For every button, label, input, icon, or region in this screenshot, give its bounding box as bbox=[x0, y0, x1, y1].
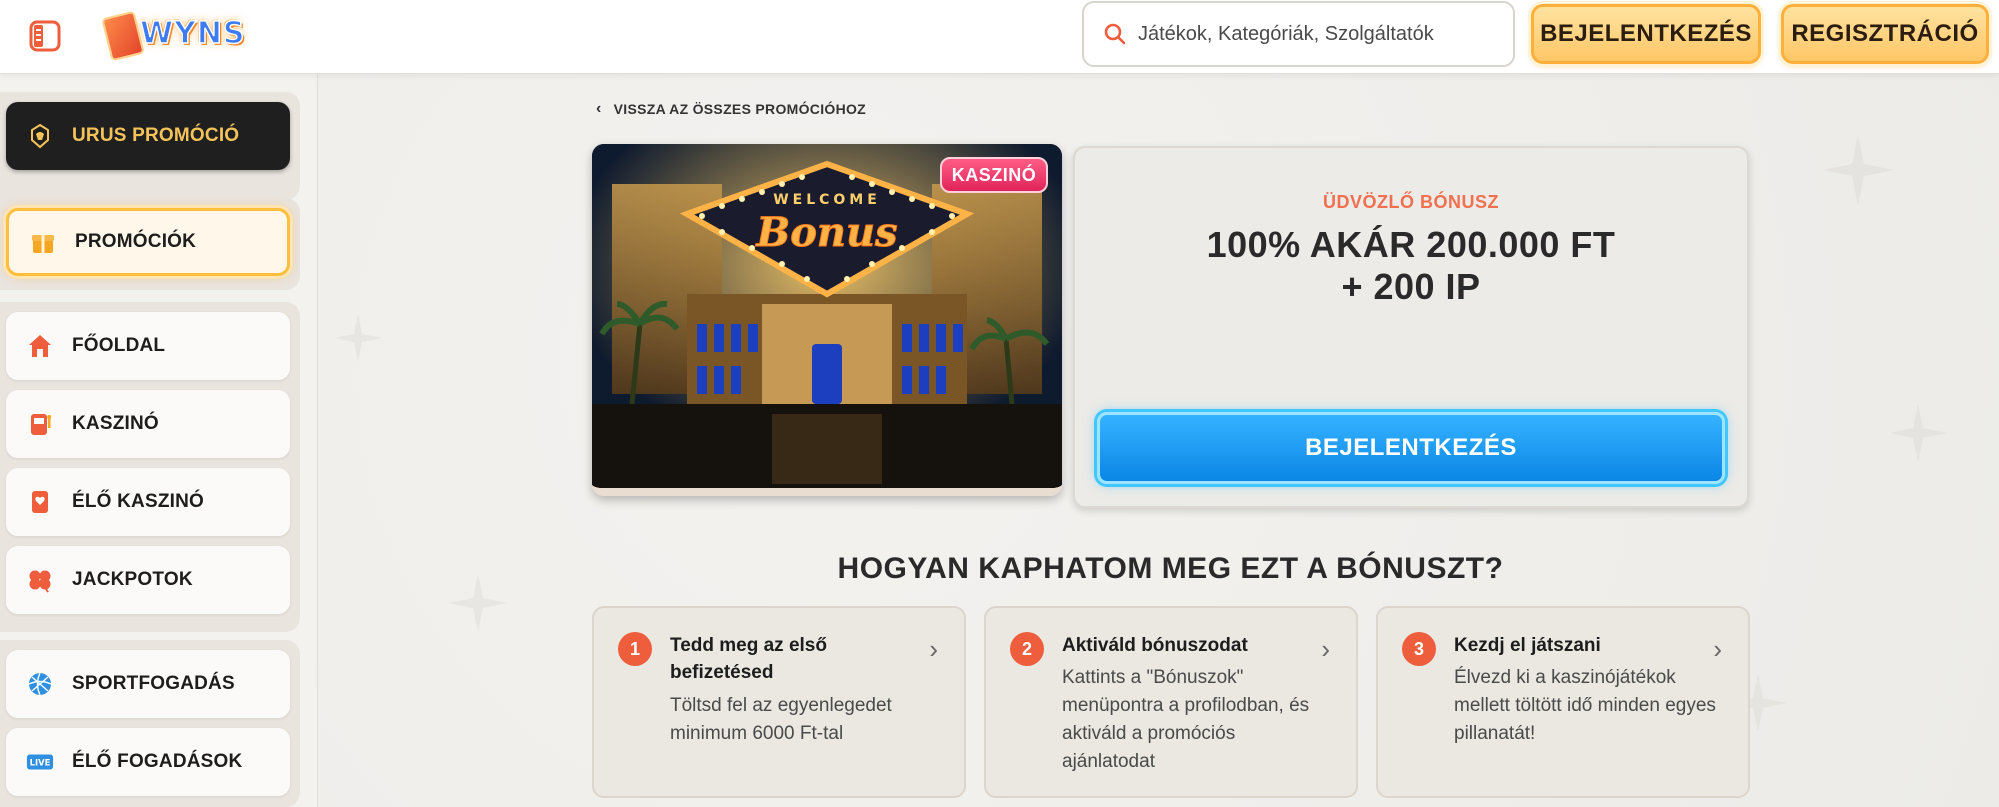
search-input[interactable] bbox=[1138, 22, 1498, 46]
top-bar: WYNS BEJELENTKEZÉS REGISZTRÁCIÓ bbox=[0, 0, 1999, 74]
playing-card-icon bbox=[26, 488, 54, 516]
sidebar-item-label: KASZINÓ bbox=[72, 413, 159, 434]
step-description: Töltsd fel az egyenlegedet minimum 6000 … bbox=[670, 695, 892, 744]
chevron-right-icon: › bbox=[1713, 634, 1722, 664]
sidebar-item-casino[interactable]: KASZINÓ bbox=[6, 390, 290, 458]
chevron-right-icon: › bbox=[1321, 634, 1330, 664]
sidebar-item-live-casino[interactable]: ÉLŐ KASZINÓ bbox=[6, 468, 290, 536]
login-button[interactable]: BEJELENTKEZÉS bbox=[1531, 4, 1761, 64]
bonus-title-line2: + 200 IP bbox=[1341, 266, 1481, 307]
sign-bonus-text: Bonus bbox=[755, 209, 897, 256]
promo-image: WELCOME Bonus bbox=[592, 144, 1062, 496]
sidebar-item-sportsbetting[interactable]: SPORTFOGADÁS bbox=[6, 650, 290, 718]
sidebar-item-urus-promo[interactable]: URUS PROMÓCIÓ bbox=[6, 102, 290, 170]
sidebar-item-home[interactable]: FŐOLDAL bbox=[6, 312, 290, 380]
step-number: 3 bbox=[1402, 632, 1436, 666]
svg-text:LIVE: LIVE bbox=[30, 758, 51, 768]
sidebar-item-label: ÉLŐ FOGADÁSOK bbox=[72, 751, 243, 772]
sidebar-item-label: SPORTFOGADÁS bbox=[72, 673, 235, 694]
step-card-3[interactable]: 3 Kezdj el játszani Élvezd ki a kaszinój… bbox=[1376, 606, 1750, 798]
back-link-label: VISSZA AZ ÖSSZES PROMÓCIÓHOZ bbox=[613, 101, 867, 117]
sidebar-item-label: FŐOLDAL bbox=[72, 335, 166, 356]
sidebar-item-jackpots[interactable]: JACKPOTOK bbox=[6, 546, 290, 614]
slot-machine-icon bbox=[26, 410, 54, 438]
chevron-right-icon: › bbox=[929, 634, 938, 664]
live-icon: LIVE bbox=[26, 748, 54, 776]
bonus-card: ÜDVÖZLŐ BÓNUSZ 100% AKÁR 200.000 FT + 20… bbox=[1073, 146, 1749, 508]
gift-icon bbox=[29, 228, 57, 256]
bonus-title: 100% AKÁR 200.000 FT + 200 IP bbox=[1075, 224, 1747, 308]
home-icon bbox=[26, 332, 54, 360]
bonus-type-label: ÜDVÖZLŐ BÓNUSZ bbox=[1323, 192, 1499, 212]
sidebar-item-label: PROMÓCIÓK bbox=[75, 231, 197, 252]
chevron-left-icon: ‹ bbox=[596, 100, 602, 117]
bonus-login-button[interactable]: BEJELENTKEZÉS bbox=[1097, 412, 1725, 484]
step-title: Tedd meg az első befizetésed bbox=[670, 635, 827, 683]
step-description: Kattints a "Bónuszok" menüpontra a profi… bbox=[1062, 667, 1310, 772]
step-title: Aktiváld bónuszodat bbox=[1062, 635, 1248, 656]
sidebar: URUS PROMÓCIÓ PROMÓCIÓK FŐOLDAL KASZINÓ … bbox=[0, 74, 318, 807]
back-to-promotions-link[interactable]: ‹ VISSZA AZ ÖSSZES PROMÓCIÓHOZ bbox=[596, 100, 866, 118]
bull-icon bbox=[26, 122, 54, 150]
step-number: 2 bbox=[1010, 632, 1044, 666]
sidebar-item-label: JACKPOTOK bbox=[72, 569, 193, 590]
sidebar-item-promotions[interactable]: PROMÓCIÓK bbox=[6, 208, 290, 276]
wyns-logo[interactable]: WYNS bbox=[100, 6, 260, 64]
logo-text: WYNS bbox=[139, 15, 246, 52]
sidebar-item-live-betting[interactable]: LIVE ÉLŐ FOGADÁSOK bbox=[6, 728, 290, 796]
clover-icon bbox=[26, 566, 54, 594]
step-number: 1 bbox=[618, 632, 652, 666]
sidebar-item-label: ÉLŐ KASZINÓ bbox=[72, 491, 205, 512]
sign-welcome-text: WELCOME bbox=[773, 192, 881, 208]
logo-card-icon bbox=[101, 10, 145, 62]
bonus-title-line1: 100% AKÁR 200.000 FT bbox=[1206, 224, 1616, 265]
search-icon bbox=[1104, 23, 1126, 45]
sidebar-toggle-icon[interactable] bbox=[26, 17, 64, 55]
search-box[interactable] bbox=[1082, 1, 1515, 67]
step-description: Élvezd ki a kaszinójátékok mellett töltö… bbox=[1454, 667, 1716, 744]
category-badge: KASZINÓ bbox=[940, 157, 1048, 193]
register-button[interactable]: REGISZTRÁCIÓ bbox=[1781, 4, 1989, 64]
step-card-1[interactable]: 1 Tedd meg az első befizetésed Töltsd fe… bbox=[592, 606, 966, 798]
sidebar-item-label: URUS PROMÓCIÓ bbox=[72, 125, 240, 146]
step-card-2[interactable]: 2 Aktiváld bónuszodat Kattints a "Bónusz… bbox=[984, 606, 1358, 798]
ball-icon bbox=[26, 670, 54, 698]
how-to-get-bonus-title: HOGYAN KAPHATOM MEG EZT A BÓNUSZT? bbox=[837, 552, 1504, 585]
step-title: Kezdj el játszani bbox=[1454, 635, 1601, 656]
